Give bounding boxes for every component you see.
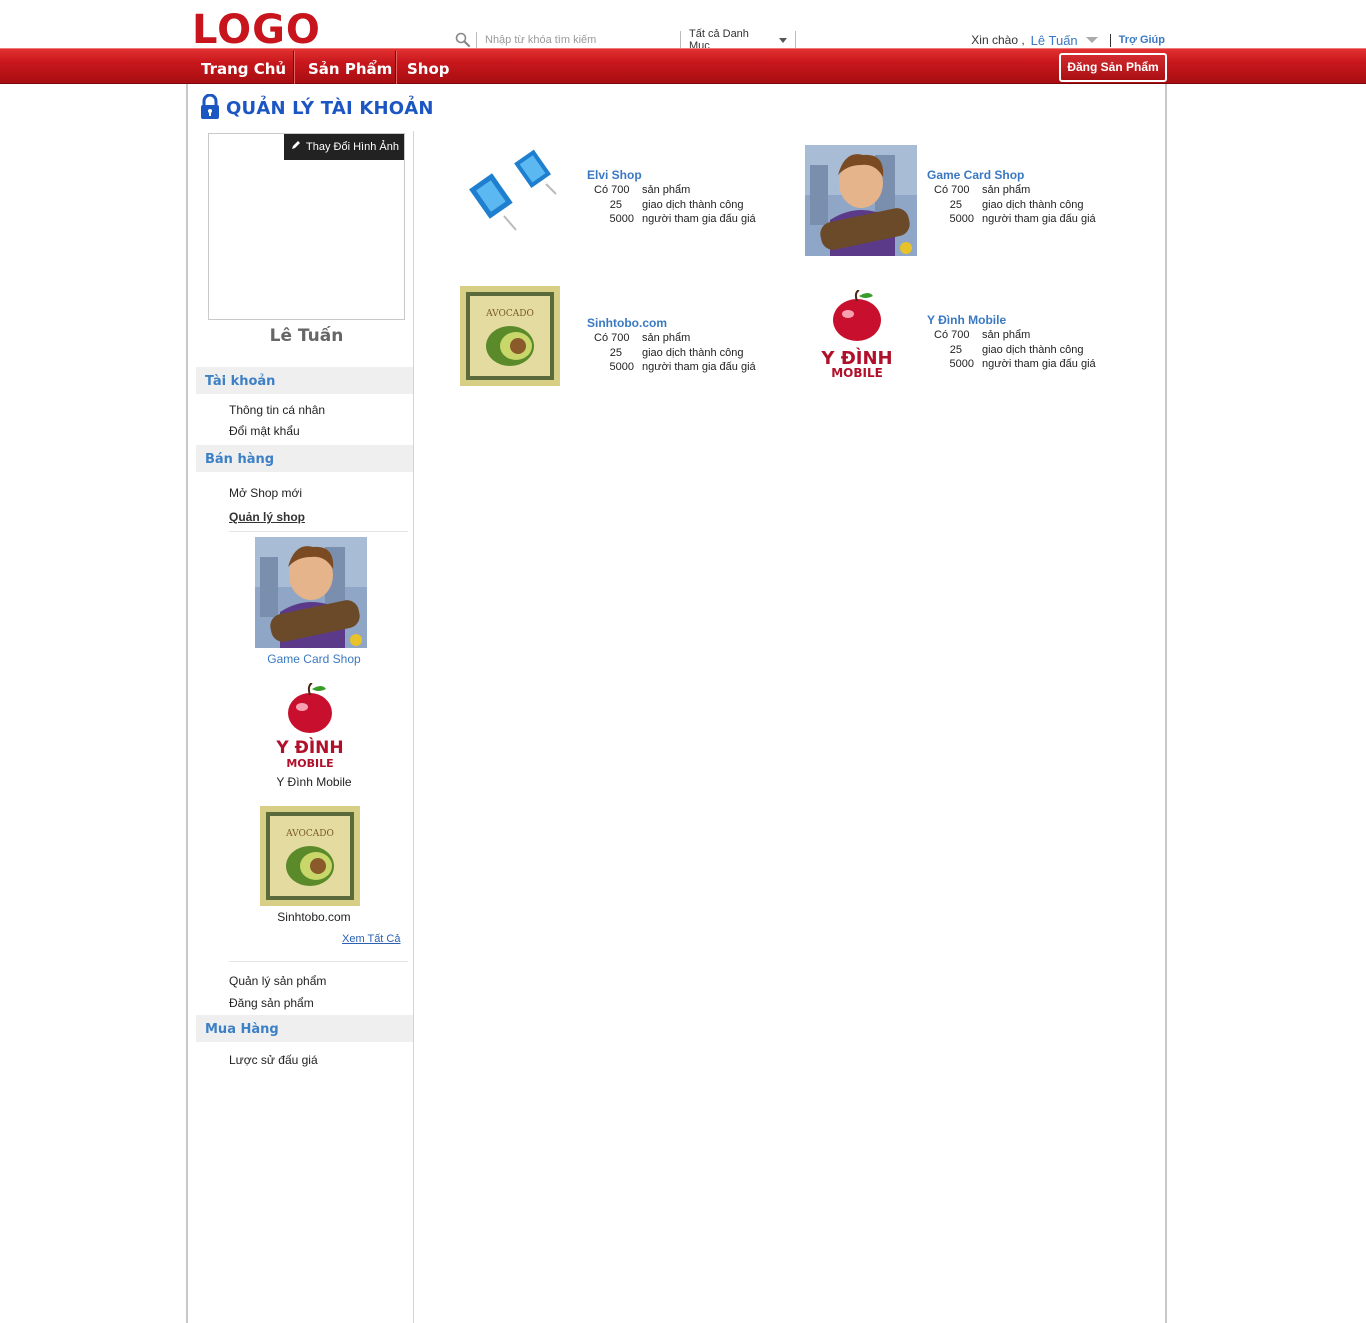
sidebar-item-manage-products[interactable]: Quản lý sản phẩm (229, 974, 326, 988)
pencil-icon (291, 134, 301, 160)
bidder-count: 5000 (949, 358, 974, 370)
shop-info: Game Card Shop Có 700 sản phẩm 25 giao dịc… (927, 168, 1096, 227)
deal-label: giao dịch thành công (642, 198, 744, 211)
sidebar-item-manage-shop[interactable]: Quản lý shop (229, 510, 305, 524)
svg-text:AVOCADO: AVOCADO (485, 309, 534, 319)
avatar (208, 133, 405, 320)
avocado-shop-image: AVOCADO (260, 806, 360, 906)
nav-item-shop[interactable]: Shop (407, 49, 450, 85)
shop-info: Y Đình Mobile Có 700 sản phẩm 25 giao dịch… (927, 313, 1096, 372)
category-select[interactable]: Tất cả Danh Mục (680, 28, 796, 52)
sidebar-divider (413, 131, 414, 1323)
sidebar-separator (229, 531, 408, 532)
main-nav: Trang Chủ Sản Phẩm Shop Đăng Sản Phẩm (0, 48, 1366, 84)
deal-label: giao dịch thành công (642, 346, 744, 359)
bidder-label: người tham gia đấu giá (642, 213, 756, 225)
product-count: Có 700 (594, 184, 630, 196)
help-link[interactable]: Trợ Giúp (1119, 34, 1165, 46)
page-title: QUẢN LÝ TÀI KHOẢN (200, 93, 434, 123)
svg-text:MOBILE: MOBILE (286, 757, 333, 770)
shop-name-link[interactable]: Elvi Shop (587, 168, 756, 183)
change-image-label: Thay Đổi Hình Ảnh (306, 141, 399, 153)
sidebar-item-change-password[interactable]: Đổi mật khẩu (229, 424, 300, 438)
sidebar-heading-buying: Mua Hàng (196, 1015, 413, 1042)
product-label: sản phẩm (982, 184, 1031, 196)
sidebar-shop-item[interactable]: AVOCADO Sinhtobo.com (229, 806, 399, 924)
shop-card: Elvi Shop Có 700 sản phẩm 25 giao dịch thà… (460, 138, 800, 258)
product-label: sản phẩm (642, 332, 691, 344)
sidebar-shop-name[interactable]: Game Card Shop (229, 652, 399, 666)
header-divider (1109, 33, 1111, 47)
sidebar-heading-selling: Bán hàng (196, 445, 413, 472)
bidder-label: người tham gia đấu giá (982, 213, 1096, 225)
deal-count: 25 (949, 343, 962, 356)
shop-info: Elvi Shop Có 700 sản phẩm 25 giao dịch thà… (587, 168, 756, 227)
bidder-label: người tham gia đấu giá (982, 358, 1096, 370)
user-name-link[interactable]: Lê Tuấn (1031, 33, 1078, 48)
search-input[interactable] (485, 34, 675, 46)
sidebar-item-auction-history[interactable]: Lược sử đấu giá (229, 1053, 318, 1067)
product-count: Có 700 (934, 329, 970, 341)
svg-text:AVOCADO: AVOCADO (285, 829, 334, 839)
user-menu: Xin chào , Lê Tuấn Trợ Giúp (971, 31, 1165, 49)
lock-icon (200, 93, 220, 123)
game-card-shop-image[interactable] (805, 145, 917, 256)
content-border-left (186, 84, 188, 1323)
shop-name-link[interactable]: Y Đình Mobile (927, 313, 1096, 328)
sidebar-heading-account: Tài khoản (196, 367, 413, 394)
nav-item-home[interactable]: Trang Chủ (201, 49, 286, 85)
product-label: sản phẩm (642, 184, 691, 196)
deal-count: 25 (609, 346, 622, 359)
sidebar-item-personal-info[interactable]: Thông tin cá nhân (229, 403, 325, 417)
bidder-count: 5000 (609, 213, 634, 225)
deal-count: 25 (949, 198, 962, 211)
nav-divider (395, 51, 397, 84)
product-count: Có 700 (934, 184, 970, 196)
deal-count: 25 (609, 198, 622, 211)
shop-card: Game Card Shop Có 700 sản phẩm 25 giao dịc… (805, 145, 1145, 265)
sidebar-item-post-product[interactable]: Đăng sản phẩm (229, 996, 314, 1010)
ydinh-mobile-logo[interactable]: Y ĐÌNH MOBILE (805, 290, 909, 382)
svg-text:Y ĐÌNH: Y ĐÌNH (275, 736, 343, 758)
sidebar-shop-item[interactable]: Y ĐÌNH MOBILE Y Đình Mobile (229, 683, 399, 789)
svg-text:MOBILE: MOBILE (831, 366, 883, 380)
shop-card: AVOCADO Sinhtobo.com Có 700 sản phẩm 25 gi… (460, 286, 800, 406)
sidebar-separator (229, 961, 408, 962)
site-logo[interactable]: LOGO (192, 6, 321, 54)
content-border-right (1165, 84, 1167, 1323)
nav-divider (293, 51, 295, 84)
elvi-shop-image[interactable] (460, 138, 560, 236)
shop-name-link[interactable]: Game Card Shop (927, 168, 1096, 183)
search-bar (454, 31, 675, 49)
sidebar-item-open-shop[interactable]: Mở Shop mới (229, 486, 302, 500)
chevron-down-icon[interactable] (1085, 37, 1098, 43)
deal-label: giao dịch thành công (982, 343, 1084, 356)
greeting-text: Xin chào , (971, 33, 1025, 47)
avocado-shop-image[interactable]: AVOCADO (460, 286, 560, 386)
bidder-count: 5000 (609, 361, 634, 373)
shop-info: Sinhtobo.com Có 700 sản phẩm 25 giao dịch … (587, 316, 756, 375)
deal-label: giao dịch thành công (982, 198, 1084, 211)
shop-name-link[interactable]: Sinhtobo.com (587, 316, 756, 331)
search-divider (476, 32, 477, 48)
chevron-down-icon (779, 37, 787, 43)
bidder-label: người tham gia đấu giá (642, 361, 756, 373)
page-title-text: QUẢN LÝ TÀI KHOẢN (226, 97, 434, 119)
sidebar-shop-name[interactable]: Sinhtobo.com (229, 910, 399, 924)
search-icon[interactable] (454, 31, 476, 49)
bidder-count: 5000 (949, 213, 974, 225)
product-label: sản phẩm (982, 329, 1031, 341)
shop-card: Y ĐÌNH MOBILE Y Đình Mobile Có 700 sản ph… (805, 290, 1145, 410)
change-image-button[interactable]: Thay Đổi Hình Ảnh (284, 134, 404, 160)
ydinh-mobile-logo: Y ĐÌNH MOBILE (275, 683, 344, 770)
product-count: Có 700 (594, 332, 630, 344)
sidebar-shop-item[interactable]: Game Card Shop (229, 537, 399, 666)
see-all-link[interactable]: Xem Tất Cả (342, 933, 401, 945)
profile-name: Lê Tuấn (269, 326, 344, 346)
post-product-button[interactable]: Đăng Sản Phẩm (1059, 53, 1167, 82)
game-card-shop-image (255, 537, 367, 648)
nav-item-products[interactable]: Sản Phẩm (308, 49, 392, 85)
sidebar-shop-name[interactable]: Y Đình Mobile (229, 775, 399, 789)
